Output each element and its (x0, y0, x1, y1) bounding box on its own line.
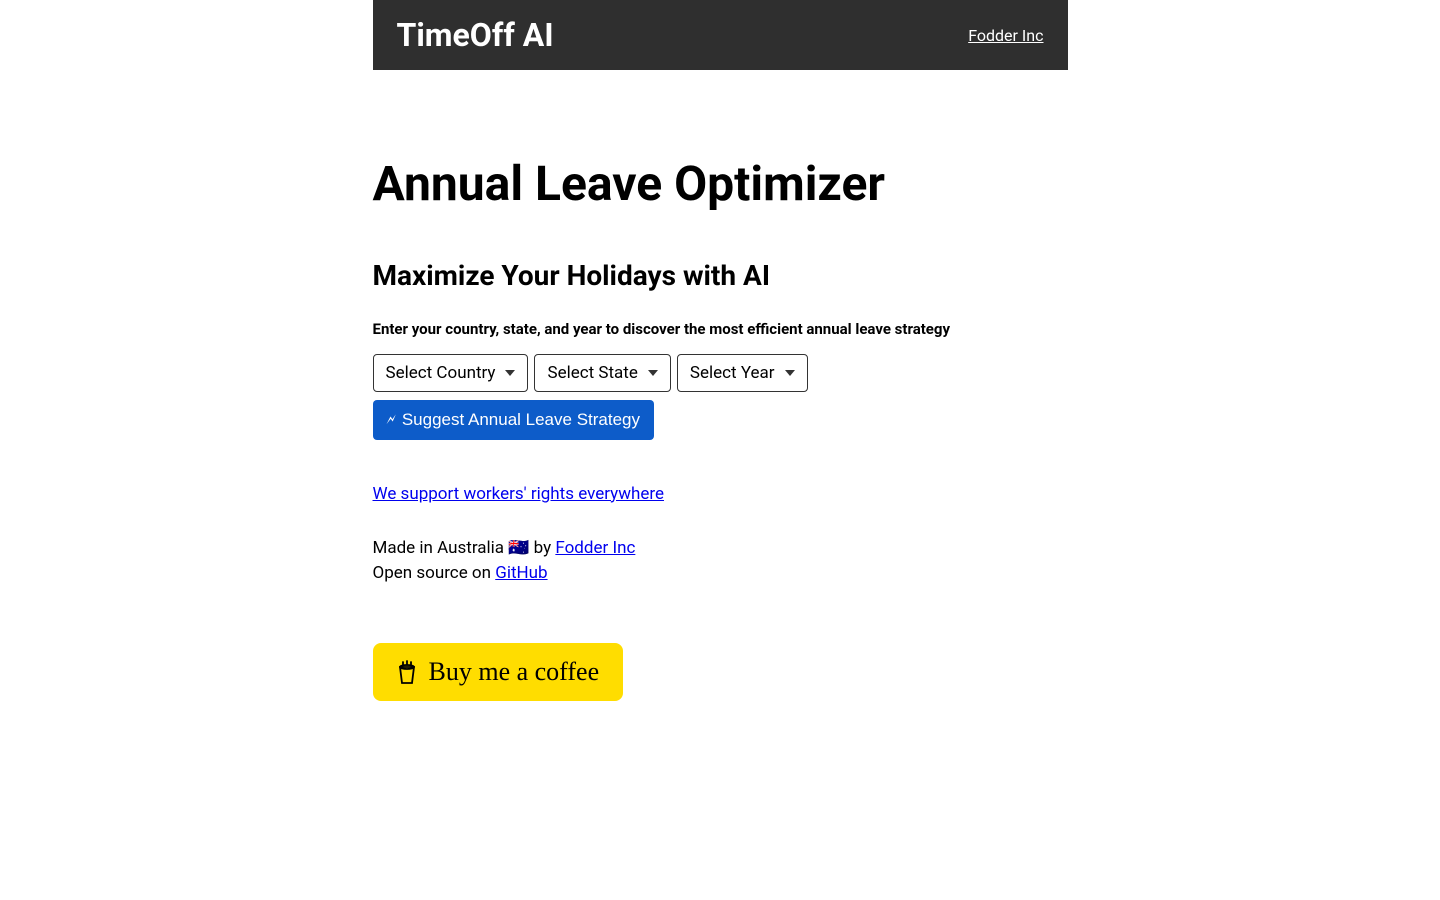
bolt-icon: 🗲 (387, 411, 396, 428)
caret-down-icon (648, 370, 658, 376)
instructions-text: Enter your country, state, and year to d… (373, 320, 1068, 338)
header-fodder-link[interactable]: Fodder Inc (968, 26, 1043, 45)
open-source-prefix: Open source on (373, 563, 496, 583)
country-select[interactable]: Select Country (373, 354, 529, 392)
controls-row: Select Country Select State Select Year (373, 354, 1068, 392)
made-in-line: Made in Australia 🇦🇺 by Fodder Inc (373, 536, 1068, 562)
country-select-label: Select Country (386, 363, 496, 383)
main-content: Annual Leave Optimizer Maximize Your Hol… (373, 158, 1068, 741)
page-title: Annual Leave Optimizer (373, 158, 1068, 211)
header: TimeOff AI Fodder Inc (373, 0, 1068, 70)
coffee-cup-icon (397, 659, 417, 685)
footer: Made in Australia 🇦🇺 by Fodder Inc Open … (373, 536, 1068, 587)
year-select-label: Select Year (690, 363, 775, 383)
app-title: TimeOff AI (397, 16, 554, 54)
suggest-strategy-button[interactable]: 🗲 Suggest Annual Leave Strategy (373, 400, 655, 440)
open-source-line: Open source on GitHub (373, 561, 1068, 587)
buy-me-coffee-button[interactable]: Buy me a coffee (373, 643, 624, 701)
workers-rights-link[interactable]: We support workers' rights everywhere (373, 484, 665, 504)
state-select-label: Select State (547, 363, 637, 383)
caret-down-icon (785, 370, 795, 376)
caret-down-icon (505, 370, 515, 376)
bmc-label: Buy me a coffee (429, 657, 600, 687)
page-subtitle: Maximize Your Holidays with AI (373, 259, 1068, 292)
made-in-prefix: Made in Australia 🇦🇺 by (373, 538, 556, 558)
footer-fodder-link[interactable]: Fodder Inc (555, 538, 635, 558)
state-select[interactable]: Select State (534, 354, 670, 392)
year-select[interactable]: Select Year (677, 354, 808, 392)
suggest-button-label: Suggest Annual Leave Strategy (402, 410, 640, 430)
github-link[interactable]: GitHub (495, 563, 547, 583)
